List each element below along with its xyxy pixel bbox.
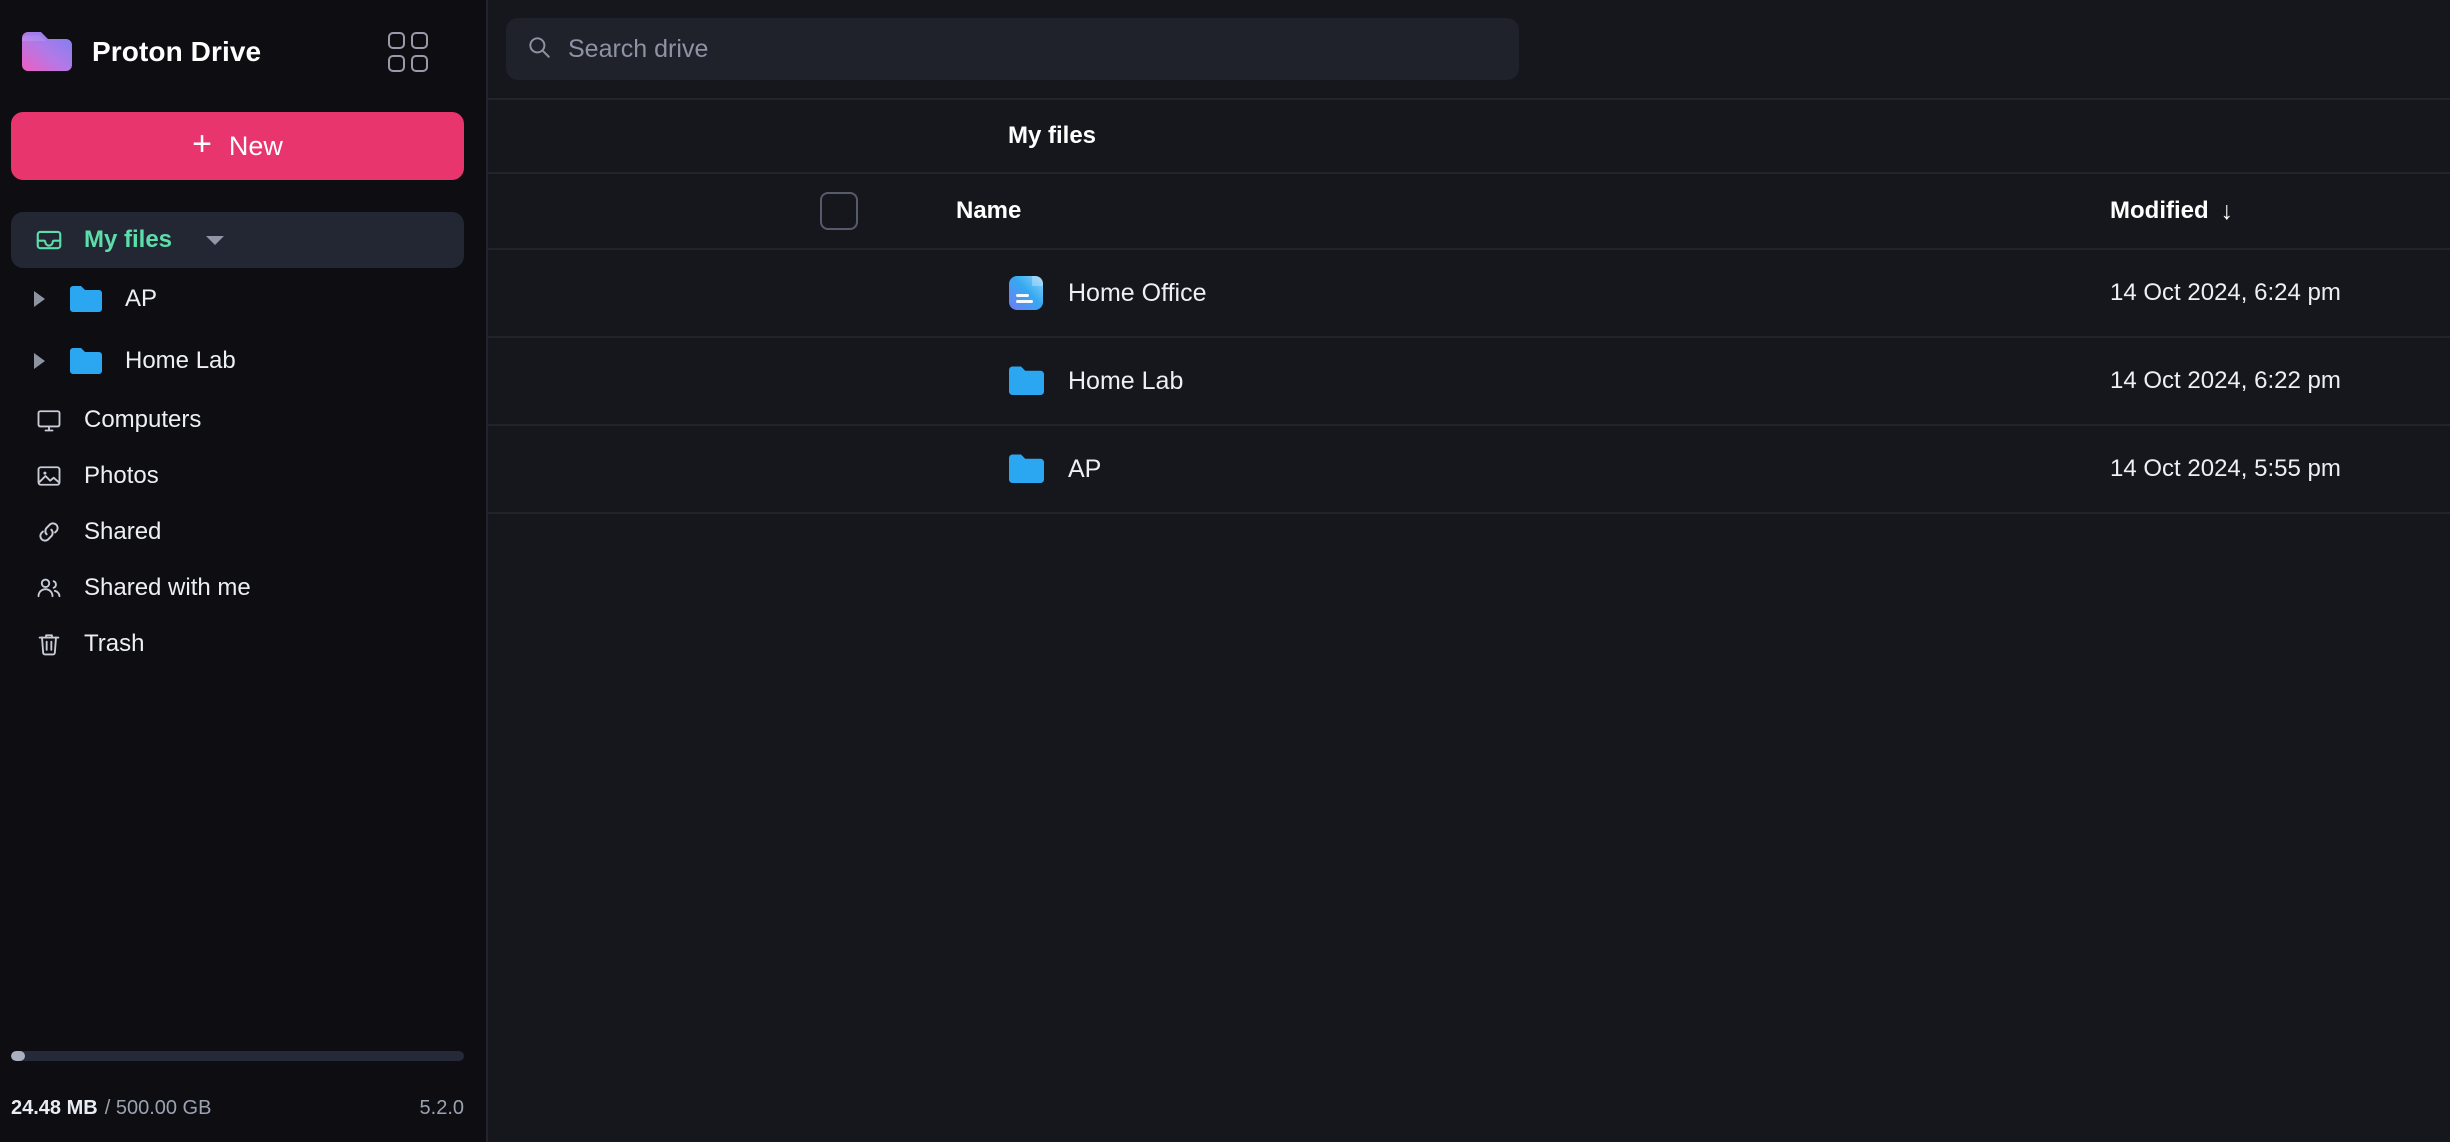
column-header-name[interactable]: Name	[956, 197, 2110, 225]
new-button[interactable]: + New	[11, 112, 464, 180]
sidebar-item-label: My files	[84, 226, 173, 253]
sidebar: Proton Drive + New My files AP Home Lab …	[0, 0, 488, 1142]
sidebar-tree-item-label: AP	[125, 285, 158, 312]
storage-total-label: / 500.00 GB	[104, 1097, 212, 1119]
row-name-cell: Home Lab	[1008, 365, 2110, 397]
sidebar-tree-item-ap[interactable]: AP	[0, 268, 486, 330]
sidebar-item-label: Shared with me	[84, 574, 251, 601]
row-name-label: Home Office	[1068, 278, 1207, 307]
storage-used-label: 24.48 MB	[11, 1097, 98, 1119]
sidebar-item-label: Trash	[84, 630, 145, 657]
search-icon	[526, 34, 552, 65]
storage-info-row: 24.48 MB / 500.00 GB 5.2.0	[11, 1097, 464, 1120]
proton-drive-app: Proton Drive + New My files AP Home Lab …	[0, 0, 2450, 1142]
row-modified-cell: 14 Oct 2024, 6:22 pm	[2110, 367, 2341, 394]
row-name-label: AP	[1068, 454, 1102, 483]
link-icon	[34, 517, 64, 547]
main-content: My files Name Modified ↓	[488, 0, 2450, 1142]
people-icon	[34, 573, 64, 603]
plus-icon: +	[192, 125, 212, 163]
document-gradient-icon	[1008, 275, 1044, 311]
table-row[interactable]: AP 14 Oct 2024, 5:55 pm	[488, 426, 2450, 514]
row-modified-cell: 14 Oct 2024, 5:55 pm	[2110, 455, 2341, 482]
sidebar-nav: My files AP Home Lab Computers Photos Sh…	[0, 212, 486, 672]
apps-grid-cell	[388, 32, 405, 49]
brand-header: Proton Drive	[0, 0, 486, 104]
trash-icon	[34, 629, 64, 659]
folder-icon	[1008, 365, 1044, 397]
folder-icon	[69, 346, 103, 376]
column-header-modified-label: Modified	[2110, 197, 2209, 224]
search-bar[interactable]	[506, 18, 1519, 80]
inbox-tray-icon	[34, 225, 64, 255]
table-empty-space	[488, 514, 2450, 1142]
search-input[interactable]	[568, 34, 1499, 64]
sidebar-item-shared-with-me[interactable]: Shared with me	[11, 560, 464, 616]
column-header-modified[interactable]: Modified ↓	[2110, 197, 2410, 225]
sidebar-item-label: Photos	[84, 462, 159, 489]
chevron-right-icon[interactable]	[34, 353, 45, 369]
select-all-checkbox[interactable]	[820, 192, 858, 230]
apps-grid-cell	[411, 55, 428, 72]
sidebar-item-label: Computers	[84, 406, 202, 433]
sidebar-tree-item-label: Home Lab	[125, 347, 236, 374]
row-name-cell: AP	[1008, 453, 2110, 485]
sidebar-item-shared[interactable]: Shared	[11, 504, 464, 560]
new-button-label: New	[228, 130, 283, 161]
table-row[interactable]: Home Office 14 Oct 2024, 6:24 pm	[488, 250, 2450, 338]
folder-icon	[1008, 453, 1044, 485]
app-version-label: 5.2.0	[419, 1097, 464, 1119]
storage-section: 24.48 MB / 500.00 GB 5.2.0	[0, 1051, 486, 1142]
sort-descending-icon: ↓	[2220, 196, 2234, 225]
sidebar-item-photos[interactable]: Photos	[11, 448, 464, 504]
brand-title: Proton Drive	[92, 36, 262, 67]
apps-grid-cell	[411, 32, 428, 49]
storage-progress-bar[interactable]	[11, 1051, 464, 1061]
chevron-right-icon[interactable]	[34, 291, 45, 307]
chevron-down-icon[interactable]	[206, 235, 225, 245]
image-icon	[34, 461, 64, 491]
table-row[interactable]: Home Lab 14 Oct 2024, 6:22 pm	[488, 338, 2450, 426]
folder-icon	[69, 284, 103, 314]
breadcrumb-current[interactable]: My files	[1008, 122, 1096, 150]
sidebar-item-trash[interactable]: Trash	[11, 616, 464, 672]
row-name-label: Home Lab	[1068, 366, 1184, 395]
apps-grid-icon[interactable]	[388, 32, 428, 72]
storage-progress-fill	[11, 1051, 25, 1061]
sidebar-item-computers[interactable]: Computers	[11, 392, 464, 448]
row-modified-cell: 14 Oct 2024, 6:24 pm	[2110, 279, 2341, 306]
file-table: Name Modified ↓ Home Office 14 Oct 2024,…	[488, 174, 2450, 1142]
table-header-row: Name Modified ↓	[488, 174, 2450, 250]
proton-drive-folder-logo-icon	[20, 28, 74, 76]
top-bar	[488, 0, 2450, 100]
sidebar-item-label: Shared	[84, 518, 162, 545]
monitor-icon	[34, 405, 64, 435]
breadcrumb: My files	[488, 100, 2450, 174]
apps-grid-cell	[388, 55, 405, 72]
row-name-cell: Home Office	[1008, 275, 2110, 311]
sidebar-tree-item-home-lab[interactable]: Home Lab	[0, 330, 486, 392]
sidebar-item-my-files[interactable]: My files	[11, 212, 464, 268]
